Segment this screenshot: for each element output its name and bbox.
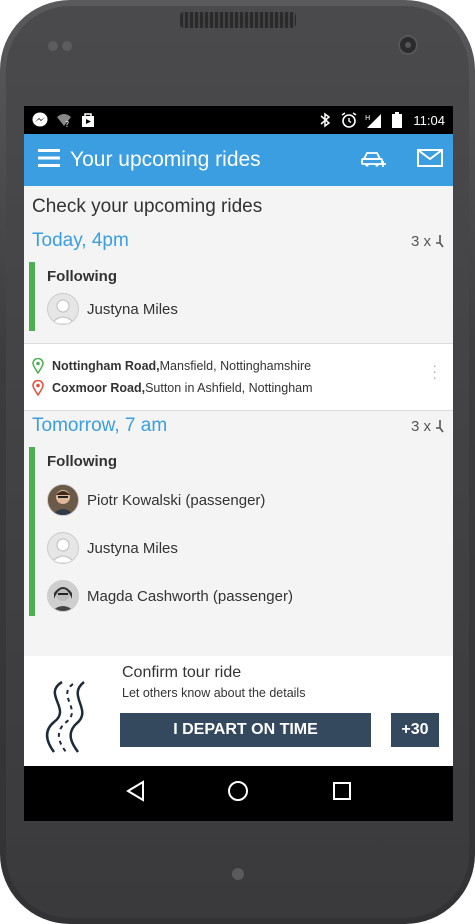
origin-city: Mansfield, Nottinghamshire	[159, 359, 312, 373]
status-time: 11:04	[413, 112, 445, 128]
person-name: Justyna Miles	[87, 539, 178, 557]
alarm-icon	[341, 112, 357, 128]
wifi-question-icon: ?	[56, 112, 72, 128]
back-icon[interactable]	[125, 780, 145, 807]
page-heading: Check your upcoming rides	[32, 196, 263, 217]
ride-today[interactable]: Today, 4pm 3 x Following Justyna Miles	[24, 230, 453, 331]
avatar	[47, 293, 79, 325]
app-bar: Your upcoming rides	[24, 134, 453, 186]
destination-street: Coxmoor Road,	[52, 381, 146, 395]
list-item[interactable]: Magda Cashworth (passenger)	[47, 580, 453, 612]
plus-30-button[interactable]: +30	[391, 713, 439, 747]
mail-icon[interactable]	[417, 148, 443, 172]
phone-frame: ? H 11:04 Your upcoming rides Check your…	[0, 0, 475, 924]
origin-pin-icon	[32, 358, 44, 374]
seat-icon	[436, 235, 444, 248]
recents-icon[interactable]	[332, 781, 352, 806]
seat-count: 3 x	[411, 418, 445, 435]
signal-icon: H	[365, 112, 382, 128]
destination-city: Sutton in Ashfield, Nottingham	[145, 381, 313, 395]
store-bag-icon	[80, 112, 96, 128]
confirm-title: Confirm tour ride	[122, 664, 242, 681]
avatar	[47, 532, 79, 564]
screen: ? H 11:04 Your upcoming rides Check your…	[24, 106, 453, 821]
svg-text:H: H	[365, 114, 370, 122]
avatar	[47, 580, 79, 612]
menu-icon[interactable]	[38, 148, 60, 172]
home-icon[interactable]	[227, 780, 249, 807]
seat-icon	[436, 420, 444, 433]
ride-day: Tomorrow, 7 am	[32, 415, 168, 436]
seat-count: 3 x	[411, 233, 445, 250]
svg-text:?: ?	[65, 120, 69, 128]
bluetooth-icon	[317, 112, 333, 128]
battery-icon	[389, 112, 405, 128]
road-icon	[32, 674, 112, 754]
depart-on-time-button[interactable]: I DEPART ON TIME	[120, 713, 371, 747]
phone-home-dot	[232, 868, 244, 880]
following-group: Following Justyna Miles	[29, 262, 453, 331]
avatar	[47, 484, 79, 516]
route-details[interactable]: Nottingham Road, Mansfield, Nottinghamsh…	[24, 343, 453, 411]
confirm-subtitle: Let others know about the details	[122, 686, 306, 700]
group-label: Following	[47, 268, 117, 285]
android-nav-bar	[24, 766, 453, 821]
add-car-icon[interactable]	[361, 148, 387, 173]
confirm-ride-card: Confirm tour ride Let others know about …	[24, 656, 453, 766]
app-title: Your upcoming rides	[70, 148, 261, 171]
person-name: Piotr Kowalski (passenger)	[87, 491, 266, 509]
person-name: Justyna Miles	[87, 300, 178, 318]
more-options-icon[interactable]: · · ·	[432, 358, 437, 384]
destination-pin-icon	[32, 380, 44, 396]
front-camera	[398, 35, 418, 55]
list-item[interactable]: Piotr Kowalski (passenger)	[47, 484, 453, 516]
list-item[interactable]: Justyna Miles	[47, 532, 453, 564]
status-bar: ? H 11:04	[24, 106, 453, 134]
origin-street: Nottingham Road,	[52, 359, 160, 373]
messenger-icon	[32, 112, 48, 128]
following-group: Following Piotr Kowalski (passenger) Jus…	[29, 447, 453, 616]
sensor-dots	[48, 38, 76, 56]
speaker-grill	[180, 12, 296, 28]
ride-tomorrow[interactable]: Tomorrow, 7 am 3 x Following Piotr Kowal…	[24, 415, 453, 616]
ride-day: Today, 4pm	[32, 230, 129, 251]
person-name: Magda Cashworth (passenger)	[87, 587, 293, 605]
group-label: Following	[47, 453, 117, 470]
list-item[interactable]: Justyna Miles	[47, 293, 453, 325]
